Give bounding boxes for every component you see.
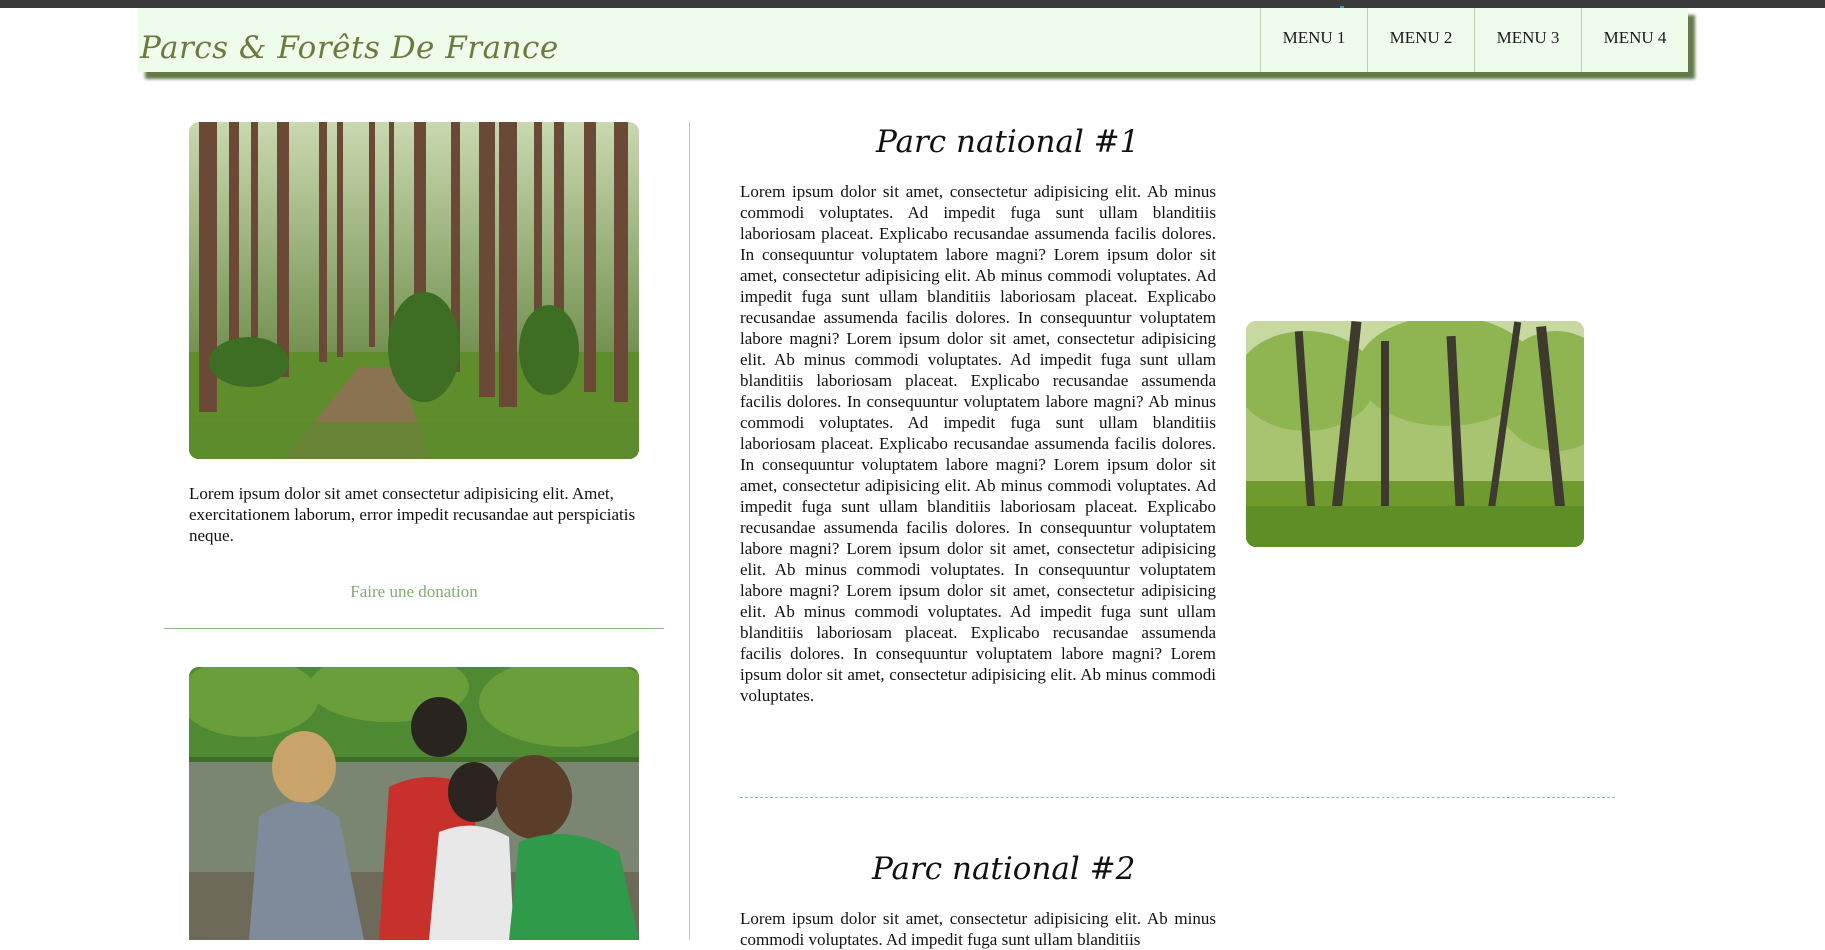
menu-item-2[interactable]: MENU 2 <box>1367 8 1474 72</box>
deciduous-forest-photo <box>1246 321 1584 547</box>
top-bar <box>0 0 1825 8</box>
sidebar-divider <box>164 628 664 629</box>
site-logo[interactable]: Parcs & Forêts De France <box>140 30 559 66</box>
park-1-text: Lorem ipsum dolor sit amet, consectetur … <box>740 182 1216 705</box>
pine-forest-photo <box>189 122 639 459</box>
park-2-title: Parc national #2 <box>872 851 1136 887</box>
menu-item-3[interactable]: MENU 3 <box>1474 8 1581 72</box>
donate-link[interactable]: Faire une donation <box>189 582 639 602</box>
menu-item-1[interactable]: MENU 1 <box>1260 8 1367 72</box>
menu-item-4[interactable]: MENU 4 <box>1581 8 1688 72</box>
park-2-text: Lorem ipsum dolor sit amet, consectetur … <box>740 909 1216 949</box>
park-separator <box>740 797 1615 798</box>
children-nature-photo <box>189 667 639 940</box>
column-divider <box>689 122 690 940</box>
sidebar-text: Lorem ipsum dolor sit amet consectetur a… <box>189 484 636 545</box>
main-menu: MENU 1 MENU 2 MENU 3 MENU 4 <box>1260 8 1688 72</box>
park-1-title: Parc national #1 <box>876 124 1140 160</box>
site-header: Parcs & Forêts De France MENU 1 MENU 2 M… <box>138 8 1688 72</box>
